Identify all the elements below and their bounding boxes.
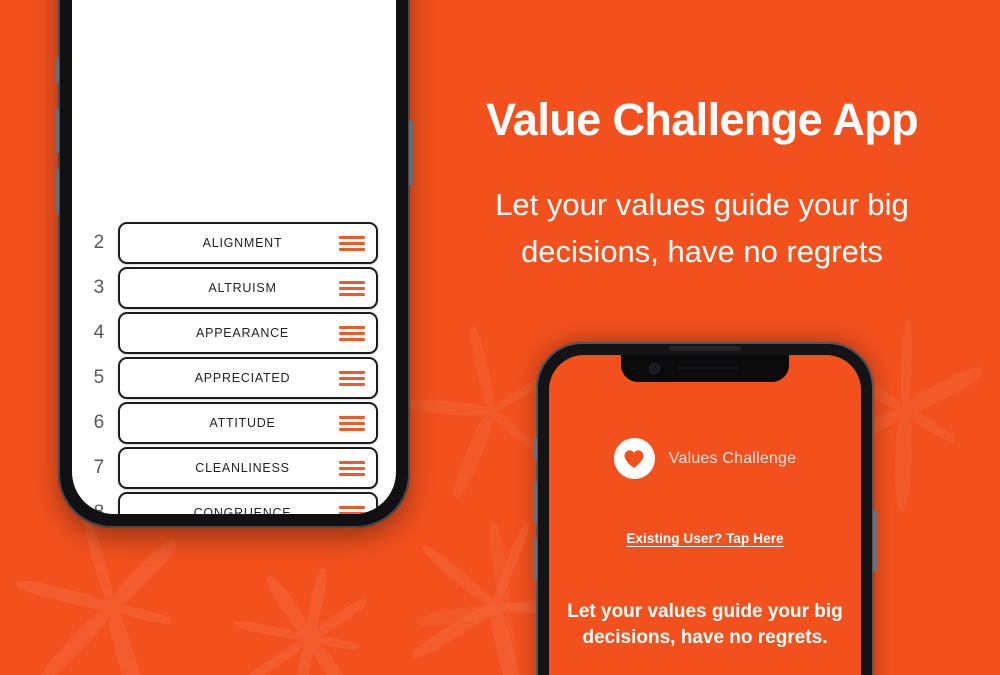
phone-left-rail-2 xyxy=(55,108,59,154)
value-label: CLEANLINESS xyxy=(195,461,290,475)
value-row[interactable]: 8 CONGRUENCE xyxy=(80,492,378,514)
value-card[interactable]: ALIGNMENT xyxy=(118,222,378,264)
value-card[interactable]: ATTITUDE xyxy=(118,402,378,444)
value-card[interactable]: CONGRUENCE xyxy=(118,492,378,514)
page-title: Value Challenge App xyxy=(485,94,919,145)
phone-notch xyxy=(621,355,789,382)
value-label: ALTRUISM xyxy=(208,281,277,295)
brand-name: Values Challenge xyxy=(668,449,797,467)
asterisk-icon xyxy=(15,514,183,675)
welcome-tagline: Let your values guide your big decisions… xyxy=(567,601,843,649)
value-row[interactable]: 4 APPEARANCE xyxy=(80,312,378,354)
drag-handle-icon[interactable] xyxy=(339,505,365,514)
ranking-screen: 2 ALIGNMENT 3 ALTRUISM 4 APPEARANCE 5 APPRECIAT… xyxy=(72,0,396,514)
value-rank: 6 xyxy=(93,412,105,433)
brand-row: Values Challenge xyxy=(549,438,861,479)
phone-right-rail-3 xyxy=(533,538,537,580)
phone-mockup-welcome: Values Challenge Existing User? Tap Here… xyxy=(533,342,877,675)
value-row[interactable]: 7 CLEANLINESS xyxy=(80,447,378,489)
phone-right-rail-2 xyxy=(533,482,537,524)
phone-left-rail-1 xyxy=(55,58,59,84)
value-label: APPEARANCE xyxy=(196,326,289,340)
value-card[interactable]: APPRECIATED xyxy=(118,357,378,399)
drag-handle-icon[interactable] xyxy=(339,370,365,386)
notch-speaker-icon xyxy=(677,366,739,370)
value-rank: 3 xyxy=(93,277,105,298)
value-row[interactable]: 5 APPRECIATED xyxy=(80,357,378,399)
drag-handle-icon[interactable] xyxy=(339,235,365,251)
phone-left-rail-3 xyxy=(55,168,59,214)
phone-left-rail-power xyxy=(409,120,413,186)
drag-handle-icon[interactable] xyxy=(339,280,365,296)
drag-handle-icon[interactable] xyxy=(339,415,365,431)
value-label: CONGRUENCE xyxy=(193,506,292,514)
asterisk-icon xyxy=(233,567,370,675)
value-label: APPRECIATED xyxy=(194,371,291,385)
heart-icon xyxy=(613,438,655,479)
value-rank: 7 xyxy=(93,457,105,478)
value-card[interactable]: CLEANLINESS xyxy=(118,447,378,489)
promo-tagline: Let your values guide your big decisions… xyxy=(495,186,909,269)
value-rank: 4 xyxy=(93,322,105,343)
value-card[interactable]: ALTRUISM xyxy=(118,267,378,309)
welcome-screen: Values Challenge Existing User? Tap Here… xyxy=(549,355,861,675)
value-label: ALIGNMENT xyxy=(202,236,283,250)
value-card[interactable]: APPEARANCE xyxy=(118,312,378,354)
value-rank: 2 xyxy=(93,232,105,253)
value-rank: 5 xyxy=(93,367,105,388)
phone-right-rail-power xyxy=(873,510,877,572)
existing-user-link[interactable]: Existing User? Tap Here xyxy=(549,531,861,546)
value-rank: 8 xyxy=(93,502,105,514)
drag-handle-icon[interactable] xyxy=(339,460,365,476)
promo-banner: 2 ALIGNMENT 3 ALTRUISM 4 APPEARANCE 5 APPRECIAT… xyxy=(0,0,1000,675)
phone-mockup-ranking: 2 ALIGNMENT 3 ALTRUISM 4 APPEARANCE 5 APPRECIAT… xyxy=(55,0,413,528)
promo-copy: Value Challenge App Let your values guid… xyxy=(440,94,964,275)
value-label: ATTITUDE xyxy=(209,416,276,430)
value-row[interactable]: 6 ATTITUDE xyxy=(80,402,378,444)
front-camera-icon xyxy=(649,363,660,374)
drag-handle-icon[interactable] xyxy=(339,325,365,341)
value-row[interactable]: 3 ALTRUISM xyxy=(80,267,378,309)
phone-right-rail-1 xyxy=(533,438,537,460)
value-row[interactable]: 2 ALIGNMENT xyxy=(80,222,378,264)
earpiece-speaker-icon xyxy=(669,346,741,351)
value-ranking-list: 2 ALIGNMENT 3 ALTRUISM 4 APPEARANCE 5 APPRECIAT… xyxy=(72,222,396,514)
